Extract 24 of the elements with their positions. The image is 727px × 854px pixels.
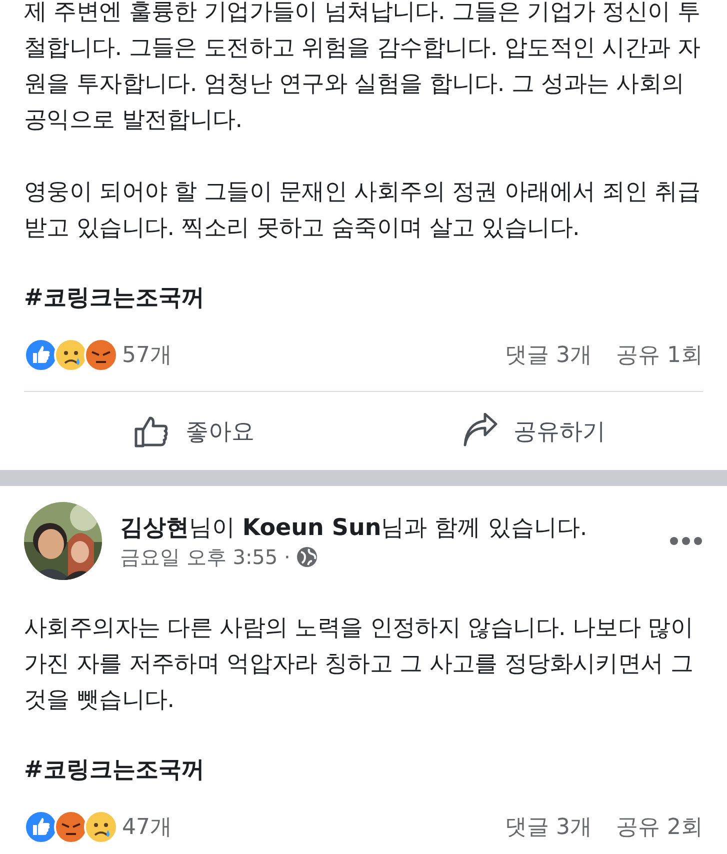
share-button[interactable]: 공유하기: [364, 392, 703, 470]
globe-icon: [296, 546, 318, 568]
post-time[interactable]: 금요일 오후 3:55 ·: [120, 544, 290, 570]
share-count[interactable]: 공유 2회: [616, 812, 703, 842]
sad-reaction-icon: [54, 338, 88, 372]
hashtag-link[interactable]: #코링크는조국꺼: [24, 754, 703, 785]
angry-reaction-icon: [84, 338, 118, 372]
comment-count[interactable]: 댓글 3개: [505, 340, 592, 370]
reaction-count[interactable]: 47개: [122, 812, 505, 842]
angry-reaction-icon: [54, 810, 88, 844]
share-count[interactable]: 공유 1회: [616, 340, 703, 370]
like-reaction-icon: [24, 338, 58, 372]
post-paragraph: 영웅이 되어야 할 그들이 문재인 사회주의 정권 아래에서 죄인 취급받고 있습니다. 찍소리 못하고 숨죽이며 살고 있습니다.: [24, 178, 701, 243]
post-paragraph: 제 주변엔 훌륭한 기업가들이 넘쳐납니다. 그들은 기업가 정신이 투철합니다. 그들은 도전하고 위험을 감수합니다. 압도적인 시간과 자원을 투자합니다. 엄청난 연구와 실험을 합니다. 그 성과는 사회의 공익으로 발전합니다.: [24, 0, 701, 135]
post-paragraph: 사회주의자는 다른 사람의 노력을 인정하지 않습니다. 나보다 많이 가진 자를 저주하며 억압자라 칭하고 그 사고를 정당화시키면서 그것을 뺏습니다.: [24, 614, 694, 715]
post-author-line: 김상현 님이 Koeun Sun님과 함께 있습니다.: [120, 514, 588, 542]
sad-reaction-icon: [84, 810, 118, 844]
hashtag-link[interactable]: #코링크는조국꺼: [24, 282, 703, 313]
like-button[interactable]: 좋아요: [24, 392, 364, 470]
more-options-icon[interactable]: [669, 536, 703, 546]
like-reaction-icon: [24, 810, 58, 844]
comment-count[interactable]: 댓글 3개: [505, 812, 592, 842]
share-arrow-icon: [461, 413, 500, 449]
reaction-count[interactable]: 57개: [122, 340, 505, 370]
